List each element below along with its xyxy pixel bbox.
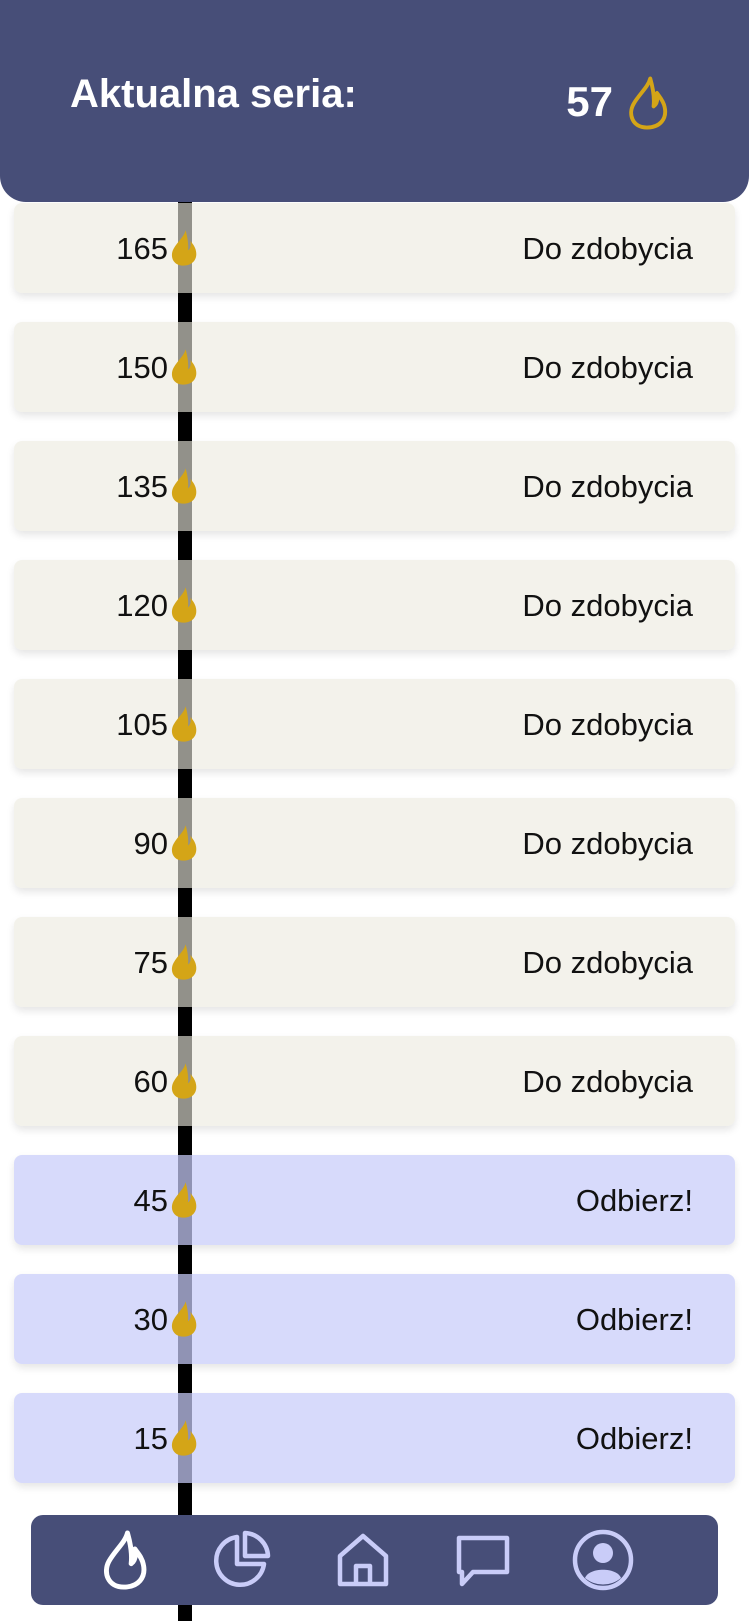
flame-icon [171,944,197,980]
reward-row: 165 Do zdobycia [14,203,735,293]
flame-icon [171,1301,197,1337]
locked-reward-label: Do zdobycia [522,588,693,623]
pie-chart-icon [213,1530,271,1588]
flame-icon [171,349,197,385]
reward-threshold: 150 [116,350,168,385]
flame-icon [171,587,197,623]
rewards-list: 165 Do zdobycia 150 Do zdobycia 135 Do zdobyc… [0,0,749,1621]
claim-reward-label[interactable]: Odbierz! [576,1183,693,1219]
streak-header: Aktualna seria: 57 [0,0,749,202]
locked-reward-label: Do zdobycia [522,707,693,742]
reward-threshold: 75 [133,945,168,980]
bottom-nav [31,1515,718,1605]
flame-icon [171,1063,197,1099]
reward-row: 150 Do zdobycia [14,322,735,412]
flame-icon [171,825,197,861]
reward-threshold: 90 [133,826,168,861]
home-icon [337,1533,389,1587]
reward-row: 135 Do zdobycia [14,441,735,531]
reward-row: 120 Do zdobycia [14,560,735,650]
locked-reward-label: Do zdobycia [522,231,693,266]
reward-row: 60 Do zdobycia [14,1036,735,1126]
reward-row: 90 Do zdobycia [14,798,735,888]
reward-row[interactable]: 30 Odbierz! [14,1274,735,1364]
reward-threshold: 15 [133,1421,168,1456]
claim-reward-label[interactable]: Odbierz! [576,1302,693,1338]
nav-profile[interactable] [558,1515,648,1605]
reward-row: 105 Do zdobycia [14,679,735,769]
profile-icon [572,1529,634,1591]
flame-icon [171,230,197,266]
streak-count: 57 [566,78,613,125]
reward-threshold: 135 [116,469,168,504]
locked-reward-label: Do zdobycia [522,826,693,861]
reward-row[interactable]: 45 Odbierz! [14,1155,735,1245]
nav-streak[interactable] [80,1515,170,1605]
flame-icon [171,706,197,742]
locked-reward-label: Do zdobycia [522,350,693,385]
locked-reward-label: Do zdobycia [522,945,693,980]
reward-row: 75 Do zdobycia [14,917,735,1007]
nav-chat[interactable] [438,1515,528,1605]
reward-threshold: 120 [116,588,168,623]
reward-threshold: 105 [116,707,168,742]
chat-icon [456,1535,510,1587]
locked-reward-label: Do zdobycia [522,1064,693,1099]
claim-reward-label[interactable]: Odbierz! [576,1421,693,1457]
reward-threshold: 30 [133,1302,168,1337]
reward-threshold: 45 [133,1183,168,1218]
flame-icon [104,1530,147,1590]
page-title: Aktualna seria: [70,72,357,116]
flame-icon [171,1182,197,1218]
nav-stats[interactable] [196,1515,286,1605]
reward-threshold: 60 [133,1064,168,1099]
flame-outline-icon [629,76,668,130]
flame-icon [171,1420,197,1456]
locked-reward-label: Do zdobycia [522,469,693,504]
app-screen: Aktualna seria: 57 165 Do zdobycia 150 Do z… [0,0,749,1621]
reward-threshold: 165 [116,231,168,266]
flame-icon [171,468,197,504]
nav-home[interactable] [318,1515,408,1605]
reward-row[interactable]: 15 Odbierz! [14,1393,735,1483]
